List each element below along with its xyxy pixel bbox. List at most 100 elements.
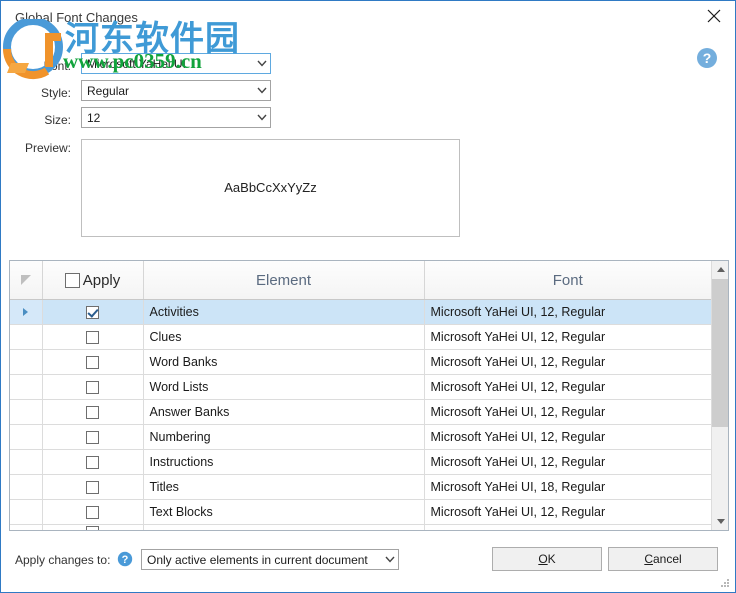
font-cell[interactable]: Microsoft YaHei UI, 12, Regular (424, 350, 711, 375)
column-header-font[interactable]: Font (424, 261, 711, 300)
apply-cell[interactable] (42, 325, 143, 350)
apply-checkbox[interactable] (86, 431, 99, 444)
style-select[interactable]: Regular (81, 80, 271, 101)
element-cell[interactable]: Instructions (143, 450, 424, 475)
table-row[interactable]: Text BlocksMicrosoft YaHei UI, 12, Regul… (10, 500, 711, 525)
row-indicator-cell[interactable] (10, 500, 42, 525)
grid-header-row: Apply Element Font (10, 261, 711, 300)
apply-checkbox[interactable] (86, 481, 99, 494)
page-title: Global Font Changes (15, 10, 138, 25)
table-row[interactable]: ActivitiesMicrosoft YaHei UI, 12, Regula… (10, 300, 711, 325)
font-preview-box: AaBbCcXxYyZz (81, 139, 460, 237)
close-button[interactable] (691, 1, 736, 31)
row-indicator-cell[interactable] (10, 350, 42, 375)
element-cell[interactable]: Clues (143, 325, 424, 350)
element-cell[interactable]: Text Blocks (143, 500, 424, 525)
element-cell[interactable]: Numbering (143, 425, 424, 450)
current-row-arrow-icon (23, 308, 28, 316)
svg-text:?: ? (703, 50, 712, 66)
ok-button[interactable]: OK (492, 547, 602, 571)
scroll-up-button[interactable] (712, 261, 729, 278)
grid-body: ActivitiesMicrosoft YaHei UI, 12, Regula… (10, 300, 711, 532)
apply-scope-select[interactable]: Only active elements in current document (141, 549, 399, 570)
select-all-header[interactable] (10, 261, 42, 300)
apply-checkbox[interactable] (86, 456, 99, 469)
table-row[interactable]: Answer BanksMicrosoft YaHei UI, 12, Regu… (10, 400, 711, 425)
row-indicator-cell[interactable] (10, 475, 42, 500)
size-select[interactable]: 12 (81, 107, 271, 128)
table-row[interactable] (10, 525, 711, 532)
column-header-apply[interactable]: Apply (42, 261, 143, 300)
apply-cell[interactable] (42, 500, 143, 525)
row-indicator-cell[interactable] (10, 450, 42, 475)
font-cell[interactable]: Microsoft YaHei UI, 12, Regular (424, 450, 711, 475)
font-select[interactable]: Microsoft YaHei UI (81, 53, 271, 74)
row-indicator-cell[interactable] (10, 325, 42, 350)
apply-checkbox[interactable] (86, 306, 99, 319)
apply-checkbox[interactable] (86, 506, 99, 519)
font-preview-sample: AaBbCcXxYyZz (82, 180, 459, 195)
element-cell[interactable]: Titles (143, 475, 424, 500)
row-indicator-cell[interactable] (10, 375, 42, 400)
element-cell[interactable]: Word Lists (143, 375, 424, 400)
size-select-value: 12 (82, 111, 253, 125)
font-cell[interactable]: Microsoft YaHei UI, 18, Regular (424, 475, 711, 500)
table-row[interactable]: InstructionsMicrosoft YaHei UI, 12, Regu… (10, 450, 711, 475)
scroll-up-arrow-icon (717, 267, 725, 272)
apply-all-checkbox[interactable] (65, 273, 80, 288)
row-indicator-cell[interactable] (10, 300, 42, 325)
scroll-down-button[interactable] (712, 513, 729, 530)
element-cell[interactable]: Answer Banks (143, 400, 424, 425)
element-cell[interactable]: Activities (143, 300, 424, 325)
apply-cell[interactable] (42, 525, 143, 532)
column-header-element[interactable]: Element (143, 261, 424, 300)
scroll-down-arrow-icon (717, 519, 725, 524)
apply-scope-help-button[interactable]: ? (117, 551, 133, 567)
font-cell[interactable]: Microsoft YaHei UI, 12, Regular (424, 400, 711, 425)
apply-cell[interactable] (42, 400, 143, 425)
chevron-down-icon (381, 556, 398, 563)
element-cell[interactable]: Word Banks (143, 350, 424, 375)
element-cell[interactable] (143, 525, 424, 532)
apply-cell[interactable] (42, 425, 143, 450)
ok-label-rest: K (548, 552, 556, 566)
apply-cell[interactable] (42, 450, 143, 475)
font-cell[interactable]: Microsoft YaHei UI, 12, Regular (424, 325, 711, 350)
apply-cell[interactable] (42, 350, 143, 375)
apply-checkbox[interactable] (86, 526, 99, 531)
apply-cell[interactable] (42, 375, 143, 400)
apply-cell[interactable] (42, 475, 143, 500)
font-cell[interactable]: Microsoft YaHei UI, 12, Regular (424, 300, 711, 325)
apply-checkbox[interactable] (86, 381, 99, 394)
font-cell[interactable]: Microsoft YaHei UI, 12, Regular (424, 500, 711, 525)
help-button[interactable]: ? (696, 47, 718, 69)
table-row[interactable]: TitlesMicrosoft YaHei UI, 18, Regular (10, 475, 711, 500)
size-label: Size: (15, 113, 71, 127)
font-select-value: Microsoft YaHei UI (82, 57, 253, 71)
grid-vertical-scrollbar[interactable] (711, 261, 728, 530)
apply-scope-value: Only active elements in current document (142, 553, 381, 567)
font-elements-grid: Apply Element Font ActivitiesMicrosoft Y… (9, 260, 729, 531)
apply-checkbox[interactable] (86, 406, 99, 419)
row-indicator-cell[interactable] (10, 425, 42, 450)
table-row[interactable]: NumberingMicrosoft YaHei UI, 12, Regular (10, 425, 711, 450)
row-indicator-cell[interactable] (10, 525, 42, 532)
svg-text:?: ? (122, 554, 129, 566)
table-row[interactable]: Word ListsMicrosoft YaHei UI, 12, Regula… (10, 375, 711, 400)
cancel-button[interactable]: Cancel (608, 547, 718, 571)
scrollbar-thumb[interactable] (712, 279, 729, 427)
font-label: Font: (15, 59, 71, 73)
font-cell[interactable]: Microsoft YaHei UI, 12, Regular (424, 425, 711, 450)
font-cell[interactable] (424, 525, 711, 532)
cancel-label-rest: ancel (653, 552, 682, 566)
font-cell[interactable]: Microsoft YaHei UI, 12, Regular (424, 375, 711, 400)
resize-grip-icon[interactable] (719, 577, 731, 589)
grid-table: Apply Element Font ActivitiesMicrosoft Y… (10, 261, 711, 531)
apply-checkbox[interactable] (86, 356, 99, 369)
table-row[interactable]: Word BanksMicrosoft YaHei UI, 12, Regula… (10, 350, 711, 375)
apply-checkbox[interactable] (86, 331, 99, 344)
apply-cell[interactable] (42, 300, 143, 325)
apply-changes-to-label: Apply changes to: (15, 553, 110, 567)
table-row[interactable]: CluesMicrosoft YaHei UI, 12, Regular (10, 325, 711, 350)
row-indicator-cell[interactable] (10, 400, 42, 425)
